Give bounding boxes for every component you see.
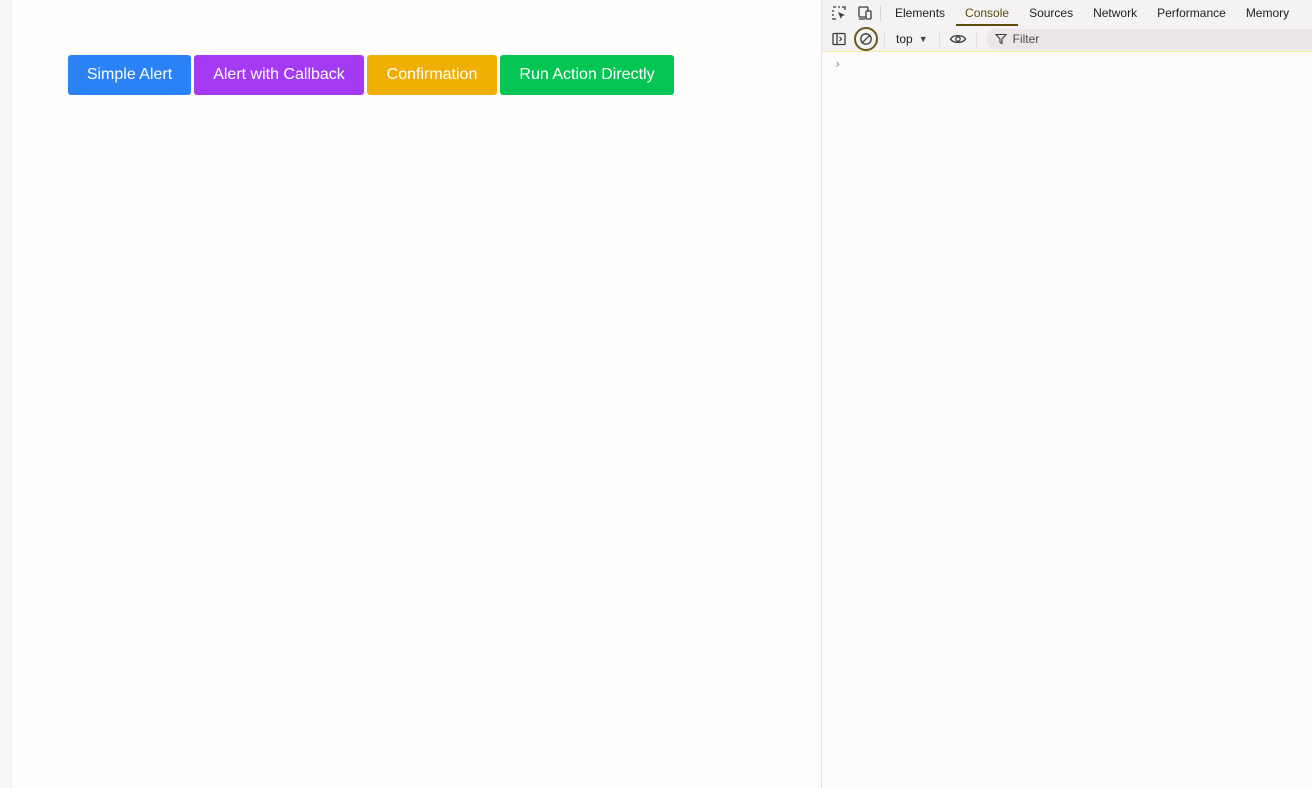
page-viewport: Simple Alert Alert with Callback Confirm… (0, 0, 821, 788)
show-sidebar-icon[interactable] (826, 26, 852, 52)
tab-network[interactable]: Network (1083, 0, 1147, 26)
device-toolbar-icon[interactable] (852, 0, 878, 26)
run-action-directly-button[interactable]: Run Action Directly (500, 55, 674, 95)
confirmation-button[interactable]: Confirmation (367, 55, 497, 95)
console-toolbar: top ▼ Filter (822, 26, 1312, 52)
console-output-area[interactable]: › (822, 53, 1312, 788)
devtools-panel: Elements Console Sources Network Perform… (821, 0, 1312, 788)
devtools-tab-bar: Elements Console Sources Network Perform… (822, 0, 1312, 26)
console-prompt-chevron-icon: › (834, 57, 842, 71)
tab-console[interactable]: Console (955, 0, 1019, 26)
caret-down-icon: ▼ (918, 33, 928, 44)
alert-with-callback-button[interactable]: Alert with Callback (194, 55, 364, 95)
page-left-gutter (0, 0, 12, 788)
inspect-element-icon[interactable] (826, 0, 852, 26)
live-expression-eye-icon[interactable] (945, 26, 971, 52)
filter-placeholder: Filter (1012, 31, 1040, 46)
button-row: Simple Alert Alert with Callback Confirm… (68, 55, 674, 95)
tab-bar-divider (880, 5, 881, 21)
context-label: top (896, 31, 913, 46)
filter-icon (994, 33, 1007, 44)
toolbar-divider (884, 30, 885, 47)
tab-memory[interactable]: Memory (1236, 0, 1299, 26)
tab-sources[interactable]: Sources (1019, 0, 1083, 26)
javascript-context-select[interactable]: top ▼ (890, 28, 934, 50)
console-filter-input[interactable]: Filter (985, 28, 1312, 49)
toolbar-divider (975, 30, 977, 47)
tab-elements[interactable]: Elements (885, 0, 955, 26)
clear-console-button[interactable] (853, 26, 879, 52)
tab-performance[interactable]: Performance (1147, 0, 1236, 26)
toolbar-divider (938, 30, 940, 47)
simple-alert-button[interactable]: Simple Alert (68, 55, 191, 95)
clear-console-icon (854, 26, 878, 51)
